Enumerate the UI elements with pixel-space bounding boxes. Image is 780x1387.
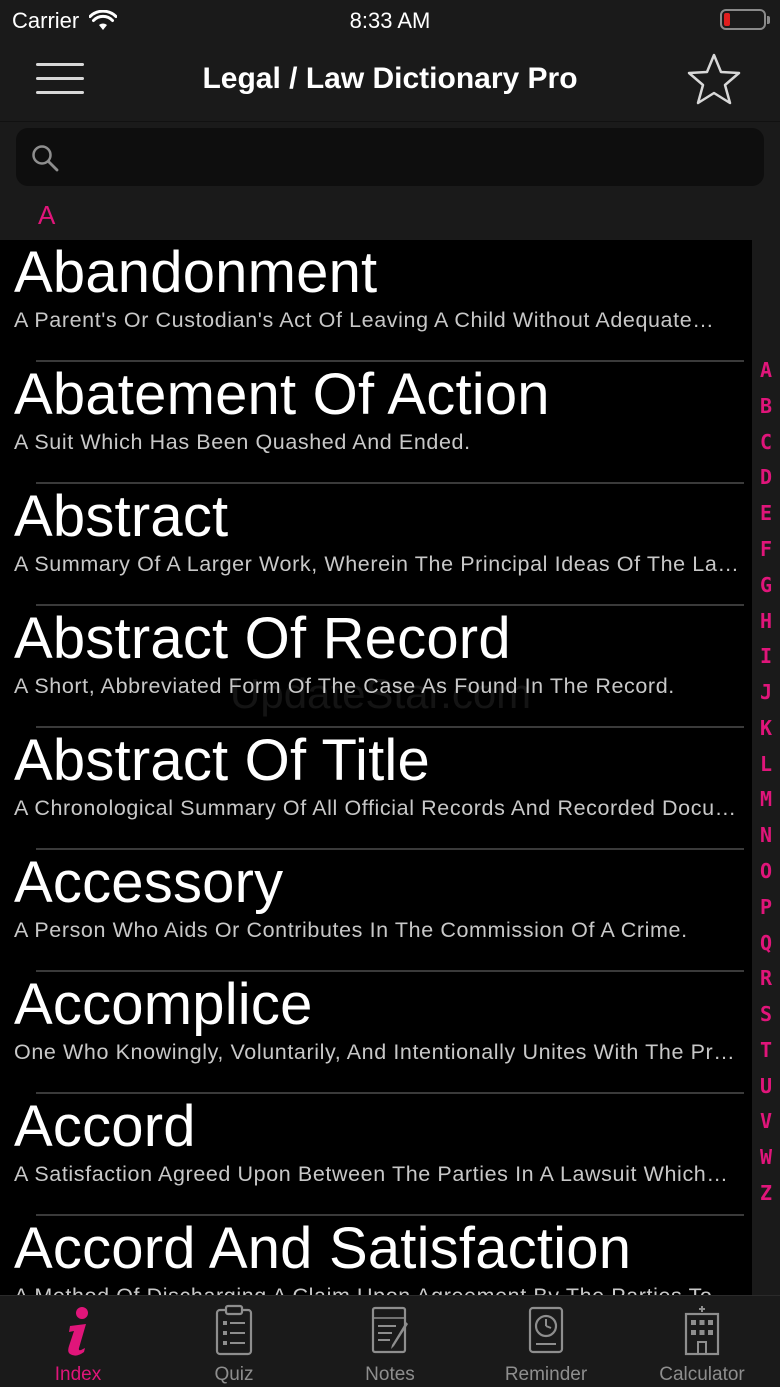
index-letter[interactable]: B <box>752 394 780 418</box>
index-letter[interactable]: V <box>752 1109 780 1133</box>
list-item[interactable]: Abandonment A Parent's Or Custodian's Ac… <box>0 240 752 362</box>
tab-label: Notes <box>365 1364 415 1385</box>
status-time: 8:33 AM <box>349 8 431 33</box>
tab-notes[interactable]: Notes <box>312 1296 468 1387</box>
entry-term: Abatement Of Action <box>14 362 550 427</box>
entry-term: Accord And Satisfaction <box>14 1216 632 1281</box>
section-header: A <box>38 200 56 230</box>
list-item[interactable]: Abatement Of Action A Suit Which Has Bee… <box>0 362 752 484</box>
index-letter[interactable]: H <box>752 609 780 633</box>
list-item[interactable]: Abstract Of Record A Short, Abbreviated … <box>0 606 752 728</box>
entry-definition: One Who Knowingly, Voluntarily, And Inte… <box>14 1040 736 1064</box>
index-letter[interactable]: P <box>752 895 780 919</box>
entry-term: Abandonment <box>14 240 378 305</box>
entry-definition: A Satisfaction Agreed Upon Between The P… <box>14 1162 729 1186</box>
list-item[interactable]: Accomplice One Who Knowingly, Voluntaril… <box>0 972 752 1094</box>
building-icon <box>684 1306 720 1356</box>
index-letter[interactable]: E <box>752 501 780 525</box>
index-letter[interactable]: L <box>752 752 780 776</box>
entry-term: Abstract <box>14 484 229 549</box>
page-title: Legal / Law Dictionary Pro <box>202 62 578 95</box>
index-letter[interactable]: W <box>752 1145 780 1169</box>
nav-bar: Legal / Law Dictionary Pro <box>0 40 780 122</box>
tab-calculator[interactable]: Calculator <box>624 1296 780 1387</box>
tab-quiz[interactable]: Quiz <box>156 1296 312 1387</box>
clipboard-icon <box>215 1304 253 1356</box>
list-item[interactable]: Accessory A Person Who Aids Or Contribut… <box>0 850 752 972</box>
tab-bar: Index Quiz Notes Reminder Calculator <box>0 1295 780 1387</box>
index-letter[interactable]: U <box>752 1074 780 1098</box>
tab-index[interactable]: Index <box>0 1296 156 1387</box>
entry-definition: A Chronological Summary Of All Official … <box>14 796 737 820</box>
entry-definition: A Suit Which Has Been Quashed And Ended. <box>14 430 471 454</box>
tab-label: Quiz <box>214 1364 254 1385</box>
search-area: A <box>0 122 780 240</box>
entry-term: Abstract Of Title <box>14 728 430 793</box>
battery-icon <box>720 9 770 30</box>
search-input[interactable] <box>72 136 752 178</box>
entry-term: Accessory <box>14 850 284 915</box>
index-letter[interactable]: I <box>752 644 780 668</box>
entry-term: Accord <box>14 1094 196 1159</box>
search-icon <box>32 145 59 172</box>
notes-icon <box>371 1306 408 1354</box>
tab-label: Calculator <box>659 1364 745 1385</box>
index-letter[interactable]: O <box>752 859 780 883</box>
index-letter[interactable]: N <box>752 823 780 847</box>
index-letter[interactable]: D <box>752 465 780 489</box>
index-letter[interactable]: C <box>752 430 780 454</box>
index-letter[interactable]: S <box>752 1002 780 1026</box>
index-letter[interactable]: R <box>752 966 780 990</box>
tab-label: Index <box>54 1364 102 1385</box>
entry-definition: A Short, Abbreviated Form Of The Case As… <box>14 674 675 698</box>
favorite-star-button[interactable] <box>684 50 744 110</box>
search-bar[interactable] <box>16 128 764 186</box>
dictionary-list[interactable]: Abandonment A Parent's Or Custodian's Ac… <box>0 240 752 1295</box>
index-letter[interactable]: T <box>752 1038 780 1062</box>
index-letter[interactable]: G <box>752 573 780 597</box>
list-item[interactable]: Abstract A Summary Of A Larger Work, Whe… <box>0 484 752 606</box>
star-icon <box>687 53 741 105</box>
list-item[interactable]: Accord And Satisfaction A Method Of Disc… <box>0 1216 752 1296</box>
index-letter[interactable]: A <box>752 358 780 382</box>
index-letter[interactable]: M <box>752 787 780 811</box>
index-letter[interactable]: Z <box>752 1181 780 1205</box>
index-letter[interactable]: F <box>752 537 780 561</box>
info-icon <box>68 1307 88 1356</box>
index-letter[interactable]: K <box>752 716 780 740</box>
tab-label: Reminder <box>504 1364 588 1385</box>
index-letter[interactable]: J <box>752 680 780 704</box>
clock-icon <box>528 1306 564 1354</box>
index-letter[interactable]: Q <box>752 931 780 955</box>
list-item[interactable]: Abstract Of Title A Chronological Summar… <box>0 728 752 850</box>
tab-reminder[interactable]: Reminder <box>468 1296 624 1387</box>
alphabet-index[interactable]: A B C D E F G H I J K L M N O P Q R S T … <box>752 240 780 1295</box>
entry-definition: A Person Who Aids Or Contributes In The … <box>14 918 688 942</box>
status-bar: Carrier 8:33 AM <box>0 0 780 40</box>
list-item[interactable]: Accord A Satisfaction Agreed Upon Betwee… <box>0 1094 752 1216</box>
entry-definition: A Summary Of A Larger Work, Wherein The … <box>14 552 740 576</box>
entry-definition: A Parent's Or Custodian's Act Of Leaving… <box>14 308 715 332</box>
entry-term: Accomplice <box>14 972 313 1037</box>
entry-definition: A Method Of Discharging A Claim Upon Agr… <box>14 1284 752 1295</box>
entry-term: Abstract Of Record <box>14 606 511 671</box>
